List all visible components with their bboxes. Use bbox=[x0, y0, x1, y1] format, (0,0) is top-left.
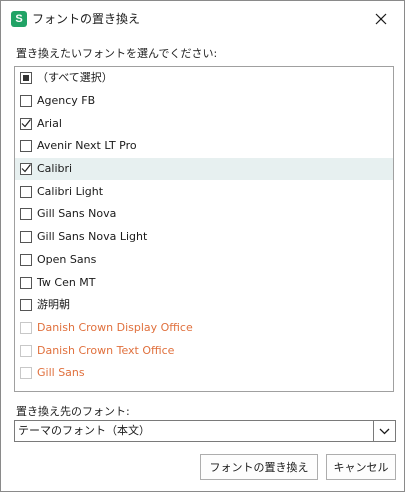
dropdown-toggle[interactable] bbox=[373, 421, 395, 441]
font-list-item[interactable]: Avenir Next LT Pro bbox=[15, 135, 393, 158]
checkbox[interactable] bbox=[20, 185, 32, 198]
title-bar: S フォントの置き換え bbox=[1, 1, 404, 37]
checkbox[interactable] bbox=[20, 253, 32, 266]
checkbox[interactable] bbox=[20, 140, 32, 153]
font-name-label: 游明朝 bbox=[37, 298, 70, 312]
font-list-item[interactable]: 游明朝 bbox=[15, 294, 393, 317]
target-font-dropdown[interactable]: テーマのフォント（本文） bbox=[14, 420, 396, 442]
font-name-label: Tw Cen MT bbox=[37, 275, 96, 289]
checkbox[interactable] bbox=[20, 163, 32, 176]
font-checklist[interactable]: （すべて選択） Agency FB Arial Avenir Next LT Pro C… bbox=[14, 66, 394, 392]
font-name-label: Calibri Light bbox=[37, 184, 104, 198]
font-list-item[interactable]: Danish Crown Text Office bbox=[15, 339, 393, 362]
indeterminate-mark-icon bbox=[23, 75, 29, 82]
font-name-label: Gill Sans Nova bbox=[37, 207, 117, 221]
target-font-label: 置き換え先のフォント: bbox=[16, 405, 130, 418]
font-name-label: Gill Sans bbox=[37, 366, 85, 380]
replace-fonts-button[interactable]: フォントの置き換え bbox=[200, 454, 318, 480]
font-name-label: Open Sans bbox=[37, 252, 97, 266]
font-list-item[interactable]: Calibri Light bbox=[15, 180, 393, 203]
checkbox[interactable] bbox=[20, 276, 32, 289]
replace-fonts-dialog: S フォントの置き換え 置き換えたいフォントを選んでください: （すべて選択） A… bbox=[0, 0, 405, 492]
checkbox[interactable] bbox=[20, 299, 32, 312]
font-name-label: Avenir Next LT Pro bbox=[37, 139, 137, 153]
font-name-label: Arial bbox=[37, 116, 62, 130]
font-list-item[interactable]: Gill Sans Nova Light bbox=[15, 226, 393, 249]
font-list-item[interactable]: Agency FB bbox=[15, 90, 393, 113]
checkbox[interactable] bbox=[20, 321, 32, 334]
font-name-label: Calibri bbox=[37, 162, 73, 176]
checkbox[interactable] bbox=[20, 344, 32, 357]
cancel-button[interactable]: キャンセル bbox=[326, 454, 396, 480]
font-list-item[interactable]: Open Sans bbox=[15, 249, 393, 272]
app-logo-icon: S bbox=[11, 11, 27, 27]
window-title: フォントの置き換え bbox=[32, 12, 141, 26]
font-name-label: Danish Crown Display Office bbox=[37, 320, 193, 334]
font-list-item[interactable]: Arial bbox=[15, 112, 393, 135]
font-name-label: Gill Sans Nova Light bbox=[37, 230, 148, 244]
checkmark-icon bbox=[21, 118, 31, 128]
font-list-item[interactable]: Tw Cen MT bbox=[15, 271, 393, 294]
checkbox[interactable] bbox=[20, 117, 32, 130]
checkbox[interactable] bbox=[20, 367, 32, 380]
font-list-item[interactable]: Danish Crown Display Office bbox=[15, 317, 393, 340]
checkbox[interactable] bbox=[20, 95, 32, 108]
font-name-label: Agency FB bbox=[37, 94, 96, 108]
font-name-label: （すべて選択） bbox=[37, 71, 113, 85]
font-list-item[interactable]: Gill Sans Nova bbox=[15, 203, 393, 226]
select-all-item[interactable]: （すべて選択） bbox=[15, 67, 393, 90]
checkmark-icon bbox=[21, 164, 31, 173]
target-font-value: テーマのフォント（本文） bbox=[18, 424, 150, 437]
close-icon bbox=[375, 13, 387, 25]
chevron-down-icon bbox=[379, 428, 390, 434]
font-list-label: 置き換えたいフォントを選んでください: bbox=[16, 47, 218, 60]
checkbox[interactable] bbox=[20, 208, 32, 221]
font-name-label: Danish Crown Text Office bbox=[37, 343, 175, 357]
close-button[interactable] bbox=[366, 5, 396, 33]
font-list-item[interactable]: Calibri bbox=[15, 157, 393, 181]
checkbox[interactable] bbox=[20, 72, 32, 85]
font-list-item[interactable]: Gill Sans bbox=[15, 362, 393, 385]
checkbox[interactable] bbox=[20, 231, 32, 244]
